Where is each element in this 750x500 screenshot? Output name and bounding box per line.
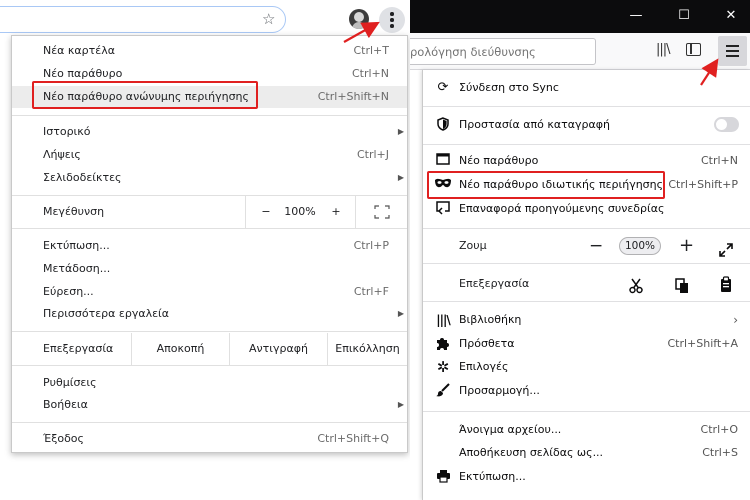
- arrow-to-firefox-menu: [700, 58, 719, 86]
- arrow-to-chrome-menu: [343, 21, 380, 43]
- annotation-arrows: [343, 21, 719, 86]
